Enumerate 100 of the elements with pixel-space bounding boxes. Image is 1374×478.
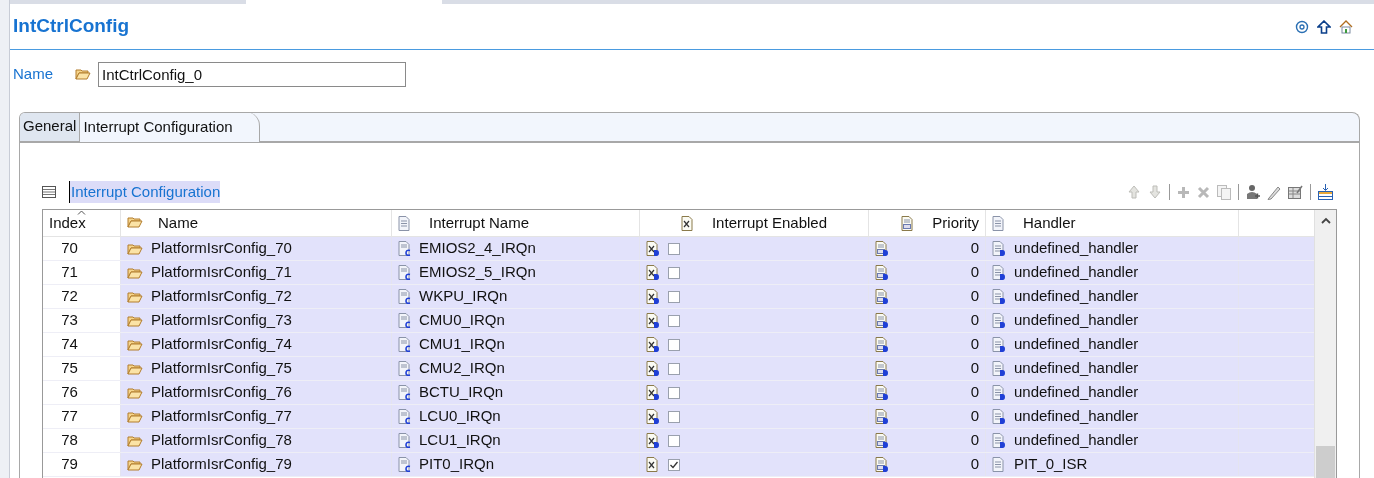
index-cell-text: 77 (61, 406, 78, 427)
checkbox[interactable] (668, 362, 680, 375)
interrupt-name-cell-text: BCTU_IRQn (419, 382, 504, 403)
checkbox[interactable] (668, 458, 680, 471)
table-row[interactable]: 74 PlatformIsrConfig_74 CMU1_IRQn 0 undefined_handler (43, 333, 1314, 357)
c-file-icon (398, 385, 411, 400)
checkbox[interactable] (668, 290, 680, 303)
pencil-icon[interactable] (1267, 184, 1281, 200)
handler-cell-text: undefined_handler (1014, 286, 1139, 307)
column-header[interactable]: Handler (1023, 211, 1076, 235)
scrollbar-thumb[interactable] (1316, 446, 1335, 478)
person-add-icon[interactable] (1246, 184, 1260, 200)
handler-cell-text: PIT_0_ISR (1014, 454, 1088, 475)
c-file-icon (398, 457, 411, 472)
default-value-icon (875, 361, 889, 376)
up-arrow-icon[interactable] (1317, 19, 1331, 34)
interrupt-name-cell-text: PIT0_IRQn (419, 454, 495, 475)
priority-cell-text: 0 (970, 358, 979, 379)
checkbox[interactable] (668, 434, 680, 447)
table-row[interactable]: 75 PlatformIsrConfig_75 CMU2_IRQn 0 undefined_handler (43, 357, 1314, 381)
interrupt-name-cell-text: CMU1_IRQn (419, 334, 505, 355)
table-row[interactable]: 76 PlatformIsrConfig_76 BCTU_IRQn 0 undefined_handler (43, 381, 1314, 405)
move-up-icon[interactable] (1127, 185, 1141, 199)
column-header[interactable]: Interrupt Name (429, 211, 530, 235)
name-cell-text: PlatformIsrConfig_75 (151, 358, 292, 379)
name-cell-text: PlatformIsrConfig_72 (151, 286, 292, 307)
table-insert-icon[interactable] (1318, 184, 1333, 200)
c-file-icon (398, 409, 411, 424)
c-file-icon (398, 265, 411, 280)
priority-cell-text: 0 (970, 454, 979, 475)
interrupt-name-cell-text: LCU0_IRQn (419, 406, 501, 427)
table-row[interactable]: 78 PlatformIsrConfig_78 LCU1_IRQn 0 undefined_handler (43, 429, 1314, 453)
priority-cell-text: 0 (970, 262, 979, 283)
folder-icon (75, 68, 91, 80)
index-cell-text: 70 (61, 238, 78, 259)
checkbox[interactable] (668, 242, 680, 255)
priority-cell-text: 0 (970, 382, 979, 403)
name-label: Name (13, 63, 54, 84)
table-title: Interrupt Configuration (69, 180, 221, 204)
folder-icon (127, 338, 143, 351)
interrupt-name-cell-text: WKPU_IRQn (419, 286, 508, 307)
index-cell-text: 73 (61, 310, 78, 331)
home-icon[interactable] (1339, 19, 1353, 34)
page-title: IntCtrlConfig (13, 14, 130, 39)
table-row[interactable]: 73 PlatformIsrConfig_73 CMU0_IRQn 0 undefined_handler (43, 309, 1314, 333)
move-down-icon[interactable] (1148, 185, 1162, 199)
table-edit-icon[interactable] (1288, 184, 1303, 200)
name-cell-text: PlatformIsrConfig_78 (151, 430, 292, 451)
priority-cell-text: 0 (970, 286, 979, 307)
handler-cell-text: undefined_handler (1014, 382, 1139, 403)
default-value-icon (875, 313, 889, 328)
index-cell-text: 78 (61, 430, 78, 451)
checkbox[interactable] (668, 386, 680, 399)
folder-icon (127, 410, 143, 423)
column-header[interactable]: Name (158, 211, 198, 235)
folder-icon (127, 386, 143, 399)
default-value-icon (875, 265, 889, 280)
priority-cell-text: 0 (970, 238, 979, 259)
folder-icon (127, 242, 143, 255)
table-row[interactable]: 77 PlatformIsrConfig_77 LCU0_IRQn 0 undefined_handler (43, 405, 1314, 429)
table-row[interactable]: 70 PlatformIsrConfig_70 EMIOS2_4_IRQn 0 undefined_handler (43, 237, 1314, 261)
checkbox[interactable] (668, 314, 680, 327)
priority-cell-text: 0 (970, 310, 979, 331)
priority-cell-text: 0 (970, 406, 979, 427)
folder-icon (127, 290, 143, 303)
name-cell-text: PlatformIsrConfig_74 (151, 334, 292, 355)
folder-icon (127, 362, 143, 375)
copy-icon[interactable] (1217, 184, 1231, 200)
name-cell-text: PlatformIsrConfig_70 (151, 238, 292, 259)
default-value-icon (875, 457, 889, 472)
default-value-icon (875, 241, 889, 256)
checkbox[interactable] (668, 266, 680, 279)
table-icon (42, 186, 56, 198)
c-file-icon (398, 337, 411, 352)
add-icon[interactable] (1177, 185, 1190, 199)
index-cell-text: 76 (61, 382, 78, 403)
c-file-icon (398, 241, 411, 256)
folder-icon (127, 215, 143, 231)
table-row[interactable]: 79 PlatformIsrConfig_79 PIT0_IRQn 0 PIT_0_ISR (43, 453, 1314, 477)
column-header[interactable]: Priority (932, 211, 979, 235)
handler-cell-text: undefined_handler (1014, 310, 1139, 331)
sort-caret-icon (77, 210, 86, 215)
handler-cell-text: undefined_handler (1014, 238, 1139, 259)
checkbox[interactable] (668, 410, 680, 423)
name-field[interactable]: IntCtrlConfig_0 (98, 61, 406, 87)
name-cell-text: PlatformIsrConfig_71 (151, 262, 292, 283)
interrupt-name-cell-text: CMU0_IRQn (419, 310, 505, 331)
column-header[interactable]: Interrupt Enabled (711, 211, 828, 235)
checkbox[interactable] (668, 338, 680, 351)
column-header[interactable]: Index (49, 211, 86, 235)
folder-icon (127, 266, 143, 279)
priority-cell-text: 0 (970, 430, 979, 451)
default-value-icon (875, 409, 889, 424)
delete-icon[interactable] (1197, 185, 1210, 199)
table-row[interactable]: 71 PlatformIsrConfig_71 EMIOS2_5_IRQn 0 undefined_handler (43, 261, 1314, 285)
table-row[interactable]: 72 PlatformIsrConfig_72 WKPU_IRQn 0 undefined_handler (43, 285, 1314, 309)
interrupt-name-cell-text: EMIOS2_5_IRQn (419, 262, 536, 283)
handler-cell-text: undefined_handler (1014, 334, 1139, 355)
tab[interactable]: General (20, 113, 81, 142)
default-value-icon (875, 289, 889, 304)
